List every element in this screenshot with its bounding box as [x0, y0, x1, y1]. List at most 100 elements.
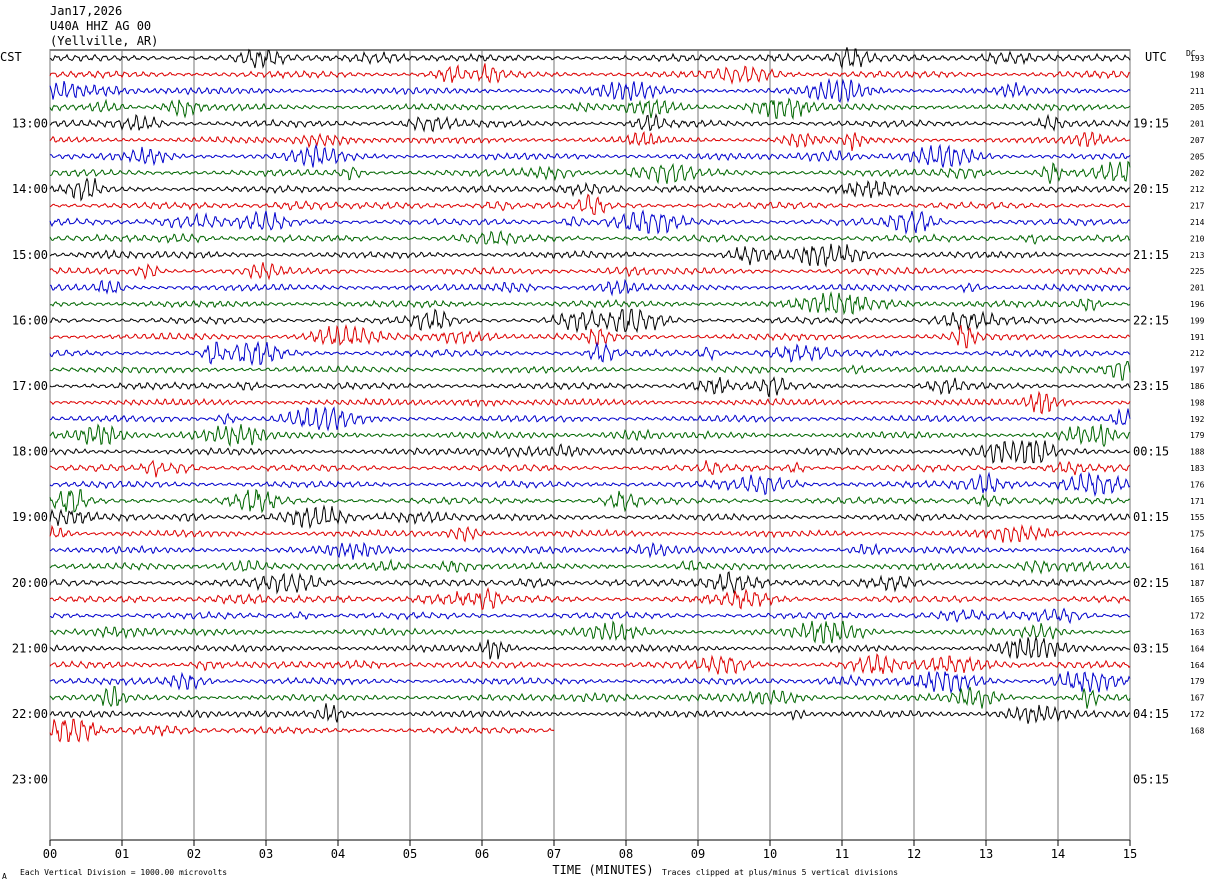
- utc-hour-label: 03:15: [1133, 641, 1169, 655]
- seismic-trace: [49, 143, 1131, 168]
- seismic-trace: [49, 471, 1131, 497]
- dc-offset-value: 205: [1190, 152, 1205, 161]
- dc-offset-value: 188: [1190, 448, 1205, 457]
- seismic-trace: [49, 587, 1131, 611]
- x-axis-title: TIME (MINUTES): [552, 863, 653, 877]
- dc-offset-value: 212: [1190, 349, 1205, 358]
- dc-offset-value: 179: [1190, 677, 1205, 686]
- cst-hour-label: 15:00: [12, 248, 48, 262]
- seismic-trace: [49, 620, 1131, 644]
- dc-offset-value: 213: [1190, 251, 1205, 260]
- dc-offset-value: 191: [1190, 333, 1205, 342]
- utc-hour-label: 21:15: [1133, 248, 1169, 262]
- dc-offset-value: 155: [1190, 513, 1205, 522]
- seismic-trace: [49, 406, 1131, 432]
- plot-frame: [49, 49, 1131, 841]
- seismic-trace: [49, 571, 1131, 595]
- x-tick-label: 11: [835, 847, 849, 861]
- x-tick-label: 02: [187, 847, 201, 861]
- seismic-trace: [49, 607, 1131, 625]
- trace-group: [49, 47, 1131, 743]
- seismic-trace: [49, 262, 1131, 281]
- helicorder-plot: 00 01 02 03 04 05 06 07 08 09 10 11 12 13 14 15 13:00 14:…: [0, 47, 1205, 881]
- x-tick-label: 10: [763, 847, 777, 861]
- dc-offset-value: 192: [1190, 415, 1205, 424]
- dc-offset-value: 164: [1190, 546, 1205, 555]
- seismic-trace: [49, 718, 555, 743]
- dc-offset-value: 198: [1190, 398, 1205, 407]
- dc-offset-value: 164: [1190, 644, 1205, 653]
- utc-hour-label: 00:15: [1133, 445, 1169, 459]
- seismic-trace: [50, 160, 1131, 185]
- utc-hour-label: 04:15: [1133, 707, 1169, 721]
- dc-offset-value: 176: [1190, 480, 1205, 489]
- seismic-trace: [49, 209, 1131, 235]
- cst-hour-label: 13:00: [12, 117, 48, 131]
- cst-hour-label: 18:00: [12, 445, 48, 459]
- dc-offset-value: 201: [1190, 120, 1205, 129]
- seismic-trace: [49, 671, 1131, 694]
- dc-offset-value: 199: [1190, 316, 1205, 325]
- dc-offset-value: 167: [1190, 694, 1205, 703]
- dc-offset-value: 217: [1190, 202, 1205, 211]
- seismic-trace: [49, 439, 1131, 464]
- dc-offset-value: 205: [1190, 103, 1205, 112]
- seismic-trace: [49, 459, 1131, 478]
- dc-offset-value: 193: [1190, 54, 1205, 63]
- utc-hour-label: 01:15: [1133, 510, 1169, 524]
- seismic-trace: [49, 653, 1131, 675]
- seismic-trace: [49, 376, 1131, 398]
- scale-note: Each Vertical Division = 1000.00 microvo…: [20, 868, 227, 877]
- x-tick-label: 14: [1051, 847, 1065, 861]
- cst-hour-label: 16:00: [12, 313, 48, 327]
- seismic-trace: [49, 390, 1131, 415]
- dc-offset-value: 183: [1190, 464, 1205, 473]
- cst-hour-label: 17:00: [12, 379, 48, 393]
- seismic-trace: [49, 243, 1131, 268]
- seismic-trace: [49, 230, 1131, 247]
- dc-offset-value: 172: [1190, 710, 1205, 719]
- cst-hour-label: 20:00: [12, 576, 48, 590]
- seismic-trace: [49, 361, 1131, 381]
- dc-offset-value: 202: [1190, 169, 1205, 178]
- dc-offset-value: 197: [1190, 366, 1205, 375]
- x-tick-label: 04: [331, 847, 345, 861]
- dc-offset-value: 225: [1190, 267, 1205, 276]
- dc-offset-value: 187: [1190, 579, 1205, 588]
- utc-hour-label: 23:15: [1133, 379, 1169, 393]
- seismic-trace: [49, 131, 1131, 152]
- seismic-trace: [49, 77, 1131, 103]
- x-tick-label: 00: [43, 847, 57, 861]
- dc-offset-value: 186: [1190, 382, 1205, 391]
- seismic-trace: [49, 558, 1131, 575]
- seismic-trace: [49, 97, 1131, 121]
- dc-offset-value: 164: [1190, 661, 1205, 670]
- utc-hour-label: 20:15: [1133, 182, 1169, 196]
- x-tick-label: 12: [907, 847, 921, 861]
- utc-hour-label: 05:15: [1133, 773, 1169, 787]
- seismic-trace: [49, 291, 1131, 316]
- footer-mark: A: [2, 872, 7, 881]
- dc-offset-value: 171: [1190, 497, 1205, 506]
- dc-offset-value: 214: [1190, 218, 1205, 227]
- seismic-trace: [49, 524, 1131, 544]
- utc-hour-label: 02:15: [1133, 576, 1169, 590]
- seismic-trace: [49, 278, 1131, 297]
- utc-axis-label: UTC: [1145, 50, 1167, 64]
- cst-hour-label: 19:00: [12, 510, 48, 524]
- dc-offset-value: 198: [1190, 70, 1205, 79]
- dc-offset-value: 165: [1190, 595, 1205, 604]
- plot-grid: [49, 49, 1131, 846]
- cst-hour-label: 22:00: [12, 707, 48, 721]
- seismic-trace: [49, 193, 1131, 215]
- x-tick-label: 01: [115, 847, 129, 861]
- x-tick-label: 05: [403, 847, 417, 861]
- seismic-trace: [49, 308, 1131, 334]
- dc-offset-value: 172: [1190, 612, 1205, 621]
- dc-offset-value: 161: [1190, 562, 1205, 571]
- dc-offset-value: 196: [1190, 300, 1205, 309]
- seismic-trace: [49, 113, 1131, 133]
- seismic-trace: [49, 504, 1131, 530]
- cst-axis-label: CST: [0, 50, 22, 64]
- dc-offset-value: 175: [1190, 530, 1205, 539]
